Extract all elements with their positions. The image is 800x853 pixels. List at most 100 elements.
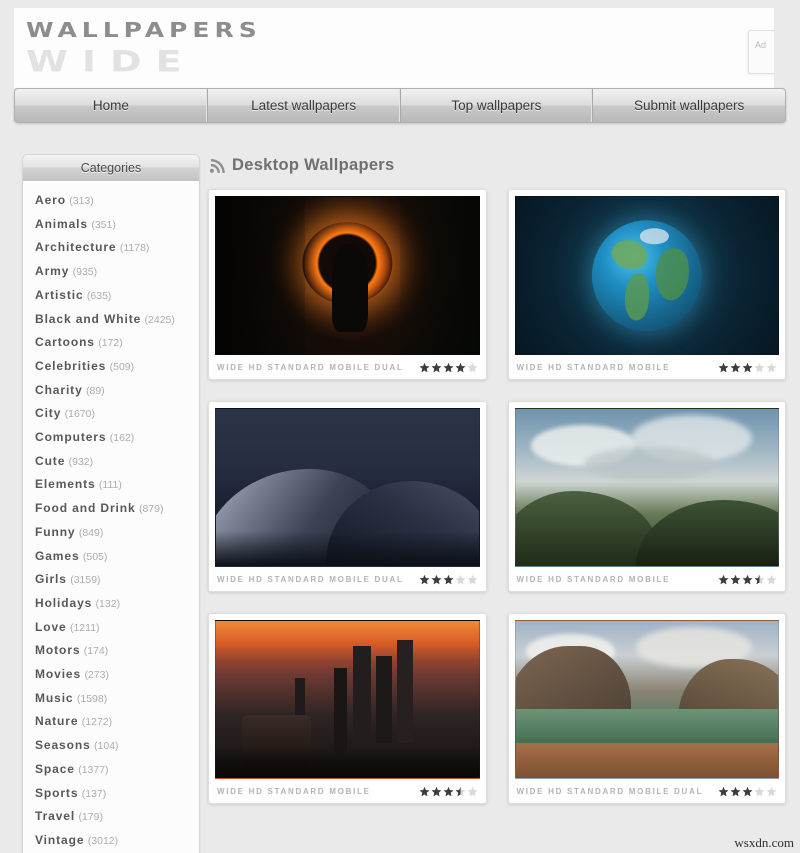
star-half-icon <box>455 786 465 796</box>
category-name: Aero <box>35 193 66 207</box>
category-count: (137) <box>81 787 107 800</box>
wallpaper-rating[interactable] <box>718 786 777 797</box>
category-item[interactable]: Movies (273) <box>23 663 199 687</box>
wallpaper-card-footer: WIDE HD STANDARD MOBILE DUAL <box>515 779 780 803</box>
category-item[interactable]: Charity (89) <box>23 379 199 403</box>
wallpaper-resolutions[interactable]: WIDE HD STANDARD MOBILE <box>517 363 671 372</box>
star-filled-icon <box>718 362 729 372</box>
category-item[interactable]: Vintage (3012) <box>23 829 199 853</box>
category-item[interactable]: Food and Drink (879) <box>23 497 199 521</box>
category-name: City <box>35 406 62 421</box>
category-name: Seasons <box>35 738 91 753</box>
wallpaper-resolutions[interactable]: WIDE HD STANDARD MOBILE DUAL <box>217 363 404 372</box>
wallpaper-card[interactable]: WIDE HD STANDARD MOBILE <box>507 401 786 592</box>
category-item[interactable]: Love (1211) <box>23 616 199 640</box>
wallpaper-card[interactable]: WIDE HD STANDARD MOBILE DUAL <box>208 401 487 592</box>
nav-item-submit-wallpapers[interactable]: Submit wallpapers <box>593 89 785 122</box>
category-count: (273) <box>84 669 109 682</box>
wallpaper-resolutions[interactable]: WIDE HD STANDARD MOBILE <box>217 787 371 796</box>
wallpaper-rating[interactable] <box>419 786 478 797</box>
nav-item-latest-wallpapers[interactable]: Latest wallpapers <box>208 89 401 122</box>
category-item[interactable]: Aero (313) <box>23 189 199 213</box>
category-item[interactable]: Elements (111) <box>23 473 199 497</box>
category-item[interactable]: Cartoons (172) <box>23 331 199 355</box>
category-name: Movies <box>35 667 82 682</box>
category-count: (351) <box>91 218 116 231</box>
wallpaper-thumbnail[interactable] <box>514 620 779 779</box>
wallpaper-card[interactable]: WIDE HD STANDARD MOBILE <box>507 189 786 380</box>
category-name: Charity <box>35 382 83 397</box>
category-count: (2425) <box>144 313 175 326</box>
category-name: Games <box>35 548 80 563</box>
wallpaper-thumbnail[interactable] <box>215 196 480 355</box>
wallpaper-thumbnail[interactable] <box>514 408 779 567</box>
star-filled-icon <box>443 574 453 584</box>
category-item[interactable]: Cute (932) <box>23 450 199 474</box>
wallpaper-rating[interactable] <box>419 362 478 373</box>
nav-item-home[interactable]: Home <box>15 89 208 122</box>
advertisement-label: Ad <box>755 40 767 50</box>
wallpaper-resolutions[interactable]: WIDE HD STANDARD MOBILE DUAL <box>517 787 704 796</box>
category-item[interactable]: Space (1377) <box>23 758 199 782</box>
star-filled-icon <box>718 574 729 584</box>
category-name: Cartoons <box>35 335 95 350</box>
category-name: Celebrities <box>35 358 107 373</box>
category-count: (879) <box>138 503 164 516</box>
wallpaper-resolutions[interactable]: WIDE HD STANDARD MOBILE DUAL <box>217 575 404 584</box>
category-count: (505) <box>82 550 108 563</box>
category-item[interactable]: Architecture (1178) <box>23 236 199 260</box>
rss-icon[interactable] <box>210 158 225 173</box>
wallpaper-card[interactable]: WIDE HD STANDARD MOBILE DUAL <box>208 189 487 380</box>
category-item[interactable]: Nature (1272) <box>23 710 199 734</box>
category-name: Love <box>35 619 67 634</box>
category-item[interactable]: Artistic (635) <box>23 284 199 308</box>
category-item[interactable]: Sports (137) <box>23 782 199 806</box>
category-item[interactable]: City (1670) <box>23 402 199 426</box>
category-item[interactable]: Travel (179) <box>23 805 199 829</box>
category-item[interactable]: Motors (174) <box>23 639 199 663</box>
category-count: (932) <box>68 455 94 468</box>
category-name: Elements <box>35 477 96 492</box>
category-item[interactable]: Funny (849) <box>23 521 199 545</box>
category-item[interactable]: Celebrities (509) <box>23 355 199 379</box>
category-name: Artistic <box>35 287 84 302</box>
category-item[interactable]: Holidays (132) <box>23 592 199 616</box>
category-name: Nature <box>35 714 79 729</box>
wallpaper-thumbnail[interactable] <box>215 620 480 779</box>
content-area: Categories Aero (313) Animals (351) Archit… <box>14 134 786 853</box>
category-item[interactable]: Army (935) <box>23 260 199 284</box>
category-name: Motors <box>35 643 81 658</box>
category-item[interactable]: Computers (162) <box>23 426 199 450</box>
star-filled-icon <box>742 362 753 372</box>
category-count: (172) <box>98 337 123 350</box>
site-logo[interactable]: WALLPAPERS WIDE <box>26 20 306 82</box>
category-count: (635) <box>86 289 112 302</box>
star-empty-icon <box>754 362 765 372</box>
wallpaper-thumbnail[interactable] <box>514 196 779 355</box>
category-count: (3159) <box>70 574 101 587</box>
nav-item-top-wallpapers[interactable]: Top wallpapers <box>401 89 594 122</box>
category-item[interactable]: Games (505) <box>23 545 199 569</box>
wallpaper-rating[interactable] <box>419 574 478 585</box>
star-empty-icon <box>455 574 465 584</box>
main-column: Desktop Wallpapers WIDE HD STANDARD MOBI… <box>208 146 786 804</box>
category-name: Music <box>35 690 74 705</box>
star-empty-icon <box>467 786 477 796</box>
category-item[interactable]: Animals (351) <box>23 213 199 237</box>
category-count: (1598) <box>76 692 108 705</box>
category-item[interactable]: Music (1598) <box>23 687 199 711</box>
wallpaper-card[interactable]: WIDE HD STANDARD MOBILE <box>208 613 487 804</box>
star-filled-icon <box>419 574 429 584</box>
wallpaper-rating[interactable] <box>718 362 777 373</box>
category-item[interactable]: Seasons (104) <box>23 734 199 758</box>
wallpaper-thumbnail[interactable] <box>215 408 480 567</box>
wallpaper-resolutions[interactable]: WIDE HD STANDARD MOBILE <box>517 575 671 584</box>
category-item[interactable]: Black and White (2425) <box>23 308 199 332</box>
wallpaper-rating[interactable] <box>718 574 777 585</box>
advertisement-panel[interactable]: Ad <box>748 30 774 74</box>
categories-panel: Categories Aero (313) Animals (351) Archit… <box>22 154 200 853</box>
star-filled-icon <box>431 362 441 372</box>
wallpaper-card[interactable]: WIDE HD STANDARD MOBILE DUAL <box>507 613 786 804</box>
category-item[interactable]: Girls (3159) <box>23 568 199 592</box>
wallpaper-card-footer: WIDE HD STANDARD MOBILE <box>515 355 780 379</box>
